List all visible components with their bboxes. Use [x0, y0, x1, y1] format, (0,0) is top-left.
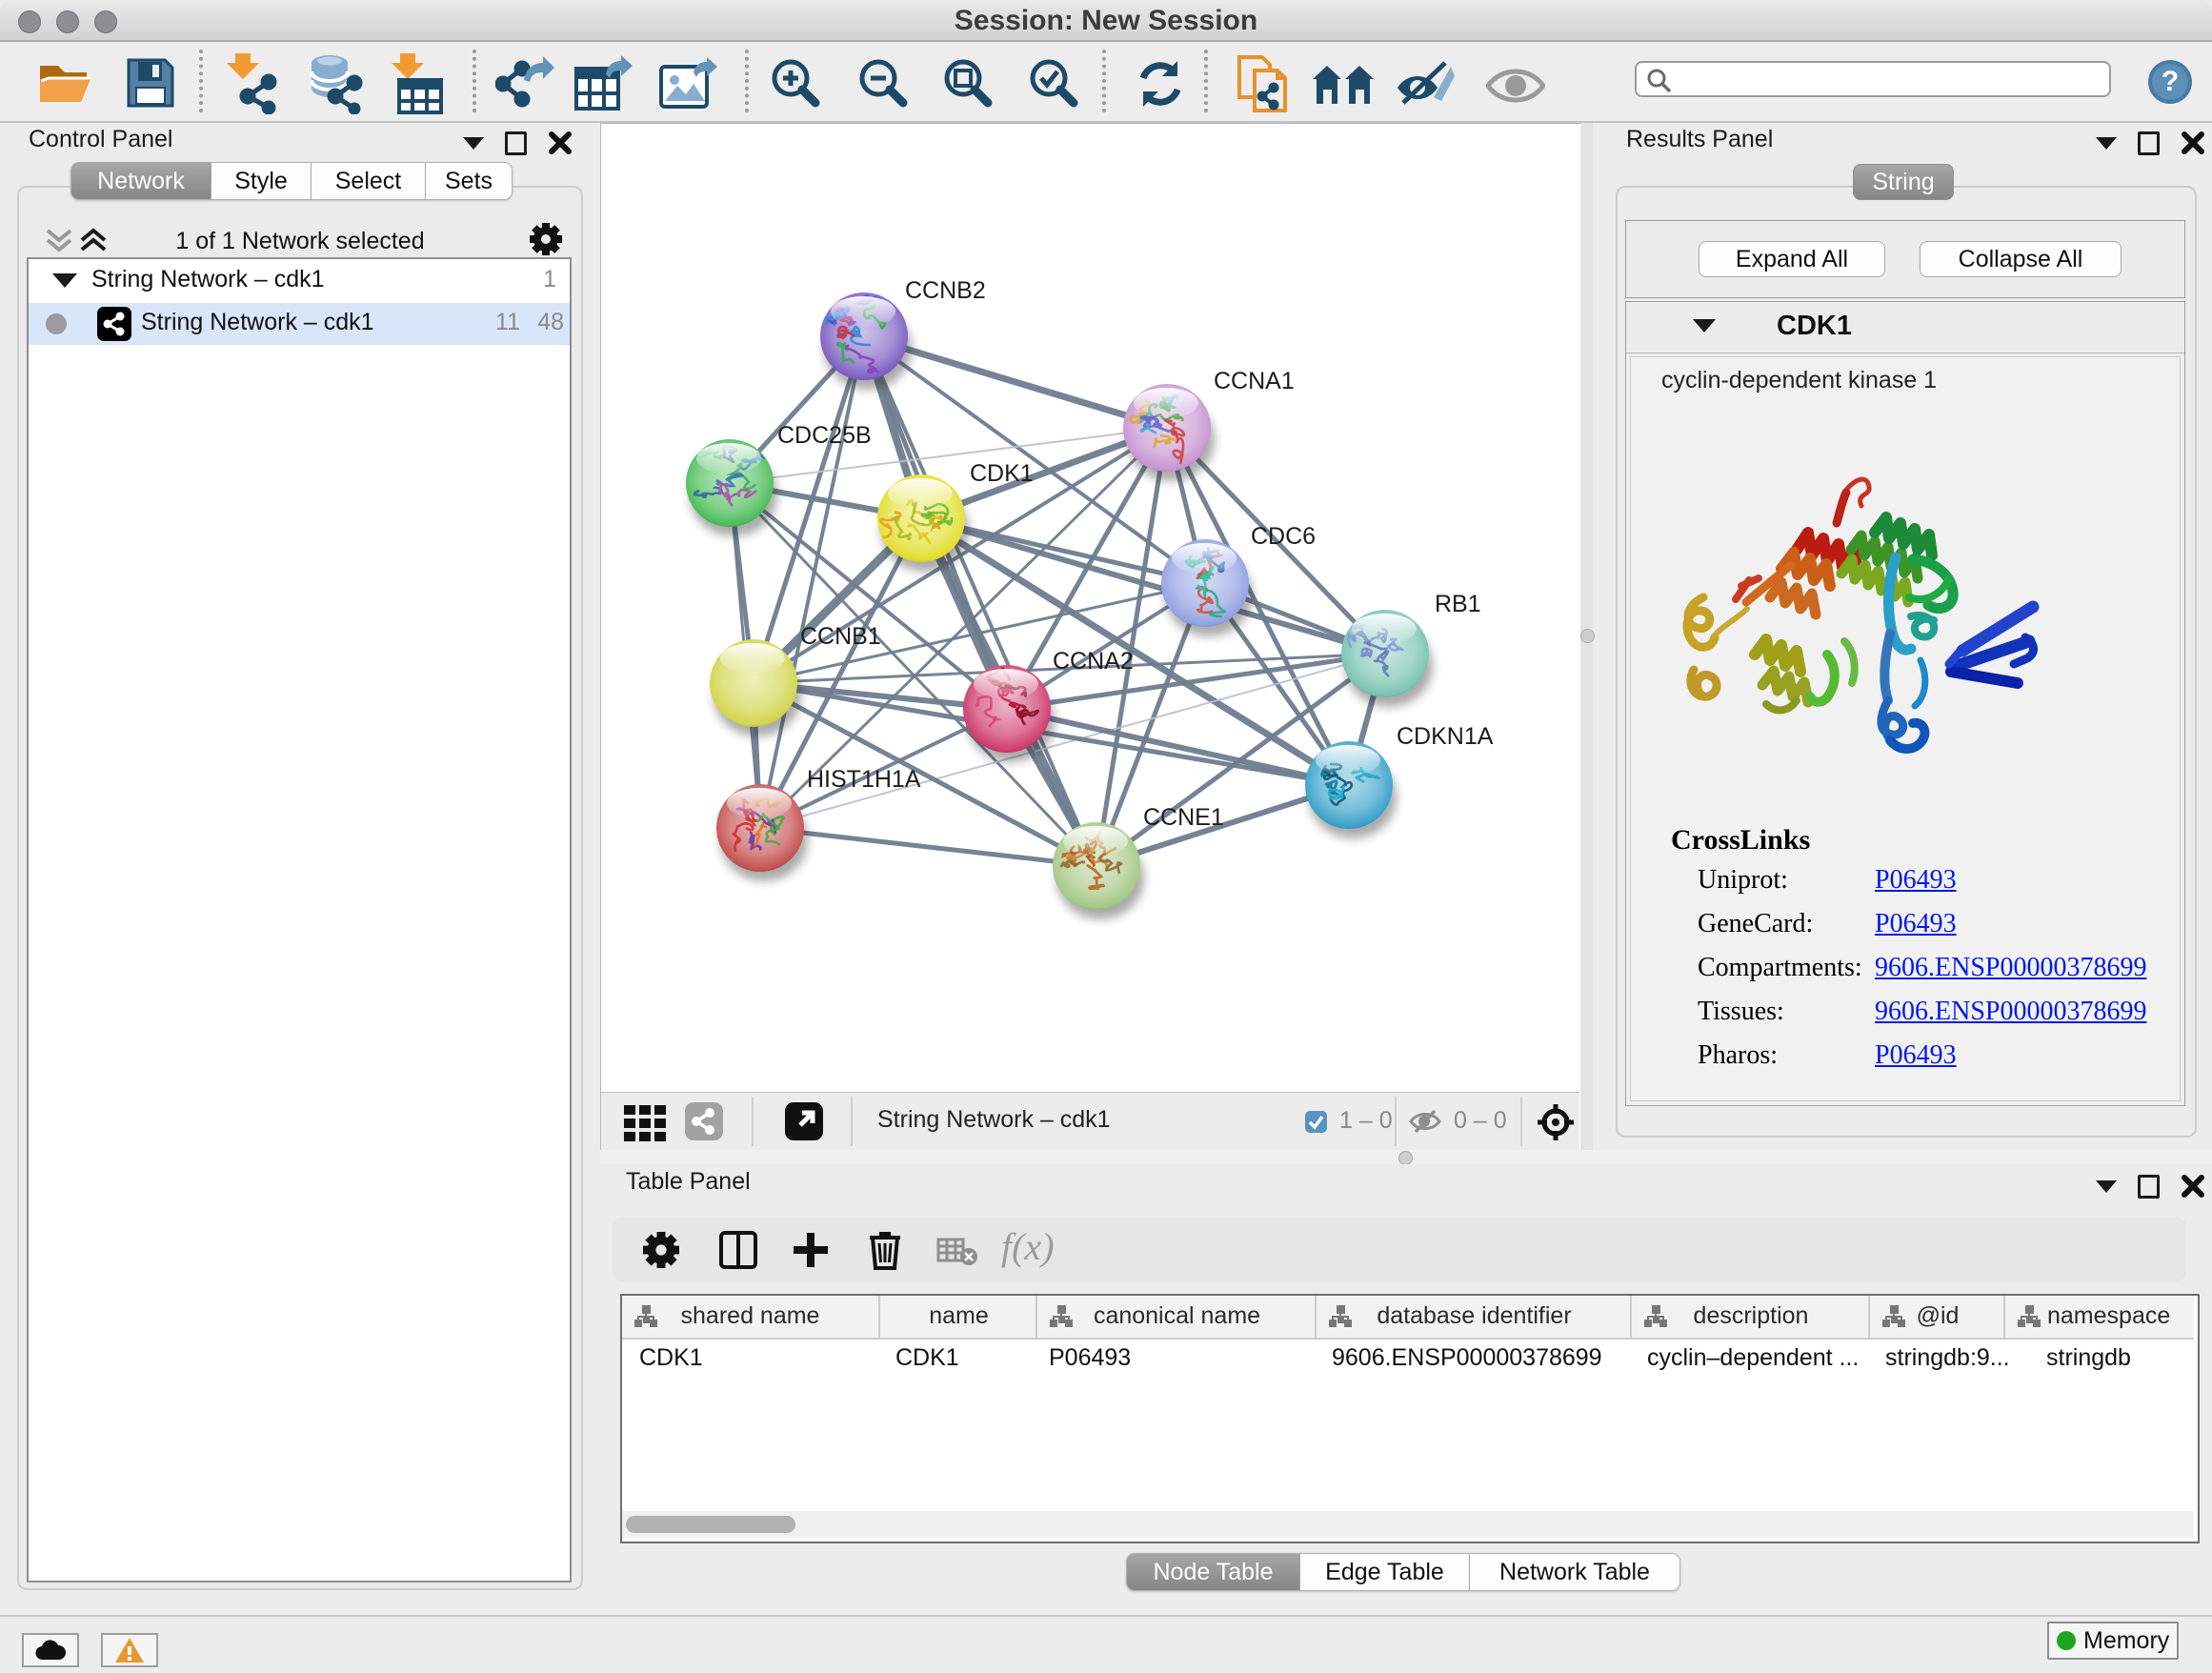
svg-text:CCNE1: CCNE1 — [1143, 804, 1224, 831]
svg-text:CDK1: CDK1 — [970, 460, 1034, 487]
svg-text:CDC6: CDC6 — [1251, 523, 1316, 550]
svg-text:?: ? — [2162, 66, 2179, 97]
svg-text:CDC25B: CDC25B — [777, 422, 872, 449]
svg-text:CDKN1A: CDKN1A — [1397, 723, 1494, 750]
svg-text:CCNB1: CCNB1 — [800, 623, 881, 650]
svg-text:CCNB2: CCNB2 — [905, 277, 986, 304]
svg-text:CCNA1: CCNA1 — [1214, 368, 1295, 394]
svg-text:CCNA2: CCNA2 — [1053, 648, 1134, 675]
svg-text:HIST1H1A: HIST1H1A — [807, 766, 921, 793]
svg-text:RB1: RB1 — [1435, 591, 1481, 617]
